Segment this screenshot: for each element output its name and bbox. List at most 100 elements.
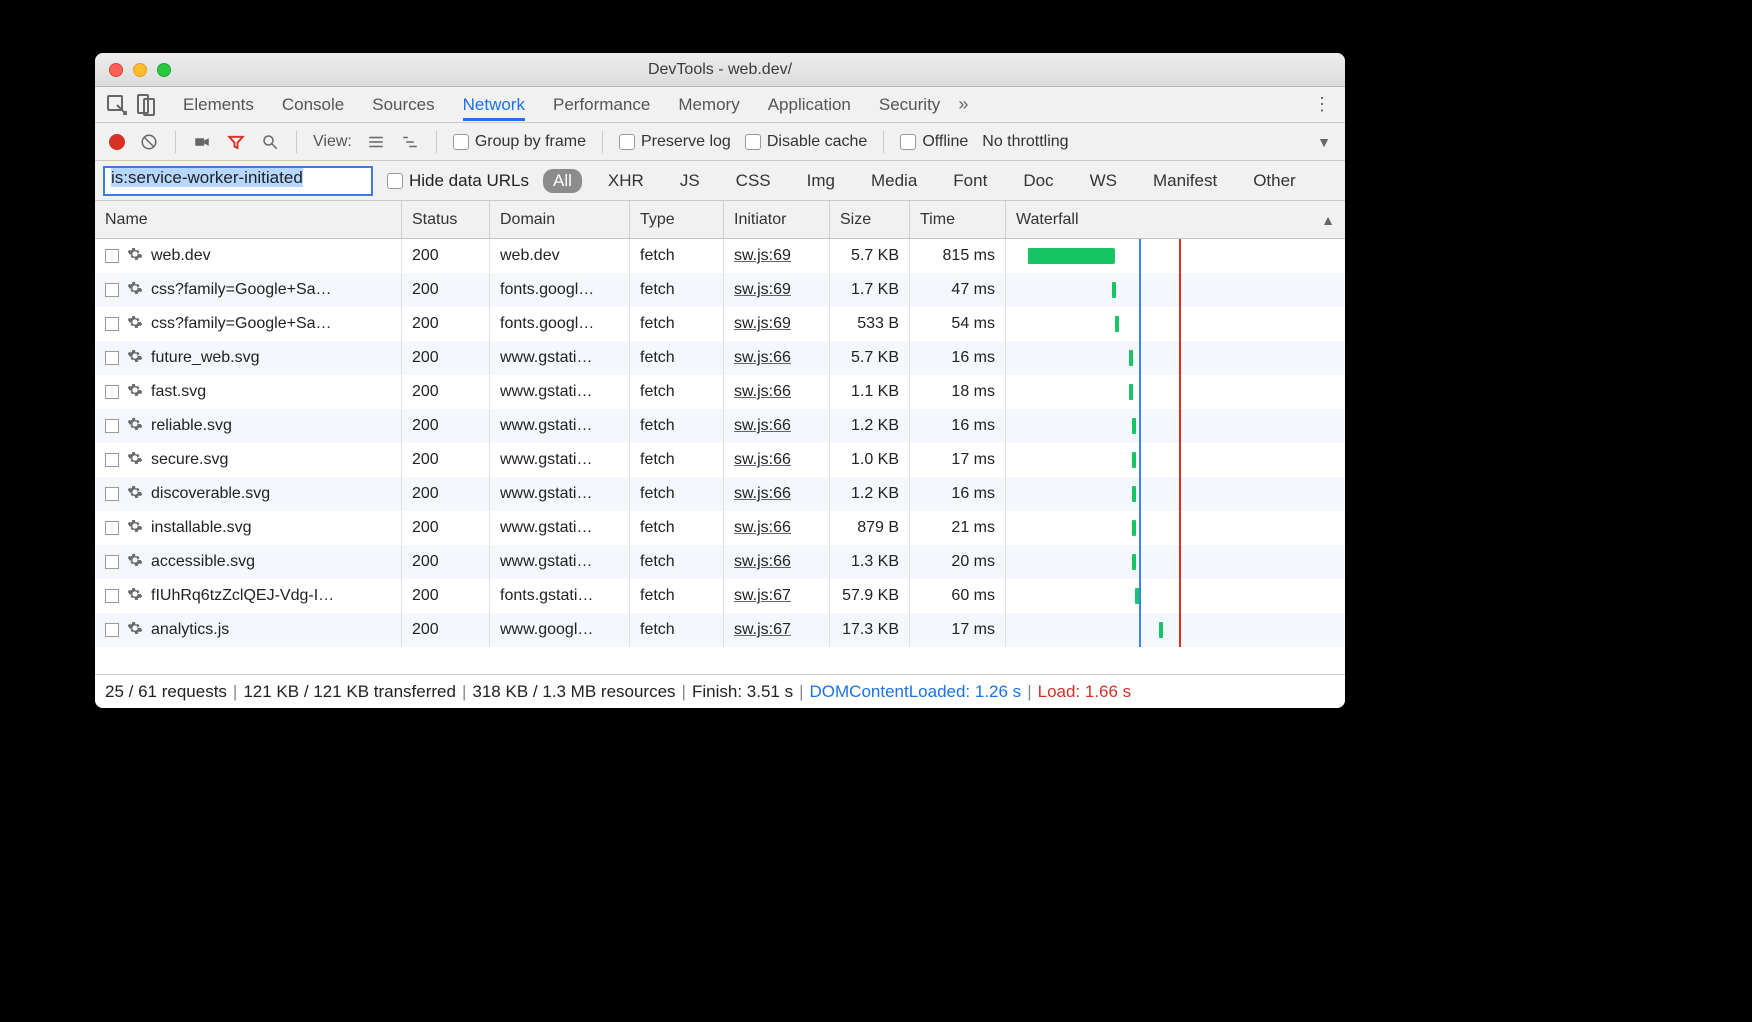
table-row[interactable]: discoverable.svg200www.gstati…fetchsw.js… [95, 477, 1345, 511]
row-checkbox[interactable] [105, 351, 119, 365]
cell-initiator[interactable]: sw.js:66 [724, 375, 830, 409]
type-doc[interactable]: Doc [1013, 169, 1063, 193]
hide-data-urls-checkbox[interactable]: Hide data URLs [387, 171, 529, 191]
cell-initiator[interactable]: sw.js:69 [724, 239, 830, 273]
record-icon[interactable] [109, 134, 125, 150]
window-title: DevTools - web.dev/ [95, 61, 1345, 79]
col-type[interactable]: Type [630, 201, 724, 238]
type-js[interactable]: JS [670, 169, 710, 193]
cell-waterfall [1006, 341, 1345, 375]
tab-security[interactable]: Security [879, 89, 940, 121]
cell-status: 200 [402, 273, 490, 307]
request-name: discoverable.svg [151, 485, 270, 503]
col-status[interactable]: Status [402, 201, 490, 238]
type-ws[interactable]: WS [1080, 169, 1127, 193]
row-checkbox[interactable] [105, 419, 119, 433]
offline-checkbox[interactable]: Offline [900, 133, 968, 151]
cell-initiator[interactable]: sw.js:66 [724, 511, 830, 545]
inspect-icon[interactable] [105, 93, 129, 117]
table-row[interactable]: analytics.js200www.googl…fetchsw.js:6717… [95, 613, 1345, 647]
cell-time: 16 ms [910, 477, 1006, 511]
cell-initiator[interactable]: sw.js:69 [724, 273, 830, 307]
device-icon[interactable] [133, 93, 157, 117]
col-waterfall[interactable]: Waterfall▲ [1006, 201, 1345, 238]
group-by-frame-checkbox[interactable]: Group by frame [453, 133, 586, 151]
tab-performance[interactable]: Performance [553, 89, 650, 121]
cell-initiator[interactable]: sw.js:66 [724, 443, 830, 477]
camera-icon[interactable] [192, 132, 212, 152]
tab-sources[interactable]: Sources [372, 89, 434, 121]
row-checkbox[interactable] [105, 385, 119, 399]
chevron-down-icon[interactable]: ▼ [1317, 134, 1331, 150]
table-row[interactable]: css?family=Google+Sa…200fonts.googl…fetc… [95, 273, 1345, 307]
row-checkbox[interactable] [105, 487, 119, 501]
row-checkbox[interactable] [105, 283, 119, 297]
type-font[interactable]: Font [943, 169, 997, 193]
row-checkbox[interactable] [105, 249, 119, 263]
disable-cache-checkbox[interactable]: Disable cache [745, 133, 868, 151]
cell-status: 200 [402, 341, 490, 375]
row-checkbox[interactable] [105, 623, 119, 637]
tab-elements[interactable]: Elements [183, 89, 254, 121]
throttling-select[interactable]: No throttling [982, 133, 1068, 151]
type-media[interactable]: Media [861, 169, 927, 193]
cell-initiator[interactable]: sw.js:67 [724, 579, 830, 613]
col-initiator[interactable]: Initiator [724, 201, 830, 238]
cell-initiator[interactable]: sw.js:67 [724, 613, 830, 647]
type-css[interactable]: CSS [726, 169, 781, 193]
search-icon[interactable] [260, 132, 280, 152]
more-tabs-icon[interactable]: » [958, 94, 968, 115]
type-manifest[interactable]: Manifest [1143, 169, 1227, 193]
row-checkbox[interactable] [105, 555, 119, 569]
gear-icon [127, 620, 143, 641]
filter-icon[interactable] [226, 132, 246, 152]
preserve-log-checkbox[interactable]: Preserve log [619, 133, 731, 151]
status-dcl: DOMContentLoaded: 1.26 s [810, 682, 1022, 702]
cell-size: 1.0 KB [830, 443, 910, 477]
cell-time: 16 ms [910, 409, 1006, 443]
kebab-icon[interactable]: ⋮ [1313, 94, 1331, 115]
type-all[interactable]: All [543, 169, 582, 193]
table-row[interactable]: reliable.svg200www.gstati…fetchsw.js:661… [95, 409, 1345, 443]
tab-memory[interactable]: Memory [678, 89, 739, 121]
cell-type: fetch [630, 341, 724, 375]
tab-application[interactable]: Application [768, 89, 851, 121]
large-rows-icon[interactable] [366, 132, 386, 152]
cell-type: fetch [630, 409, 724, 443]
cell-initiator[interactable]: sw.js:69 [724, 307, 830, 341]
table-row[interactable]: fIUhRq6tzZclQEJ-Vdg-I…200fonts.gstati…fe… [95, 579, 1345, 613]
col-time[interactable]: Time [910, 201, 1006, 238]
cell-status: 200 [402, 375, 490, 409]
status-requests: 25 / 61 requests [105, 682, 227, 702]
filter-input[interactable]: is:service-worker-initiated [103, 166, 373, 196]
devtools-window: DevTools - web.dev/ Elements Console Sourc… [95, 53, 1345, 708]
table-row[interactable]: accessible.svg200www.gstati…fetchsw.js:6… [95, 545, 1345, 579]
table-row[interactable]: installable.svg200www.gstati…fetchsw.js:… [95, 511, 1345, 545]
col-size[interactable]: Size [830, 201, 910, 238]
col-name[interactable]: Name [95, 201, 402, 238]
table-row[interactable]: web.dev200web.devfetchsw.js:695.7 KB815 … [95, 239, 1345, 273]
type-other[interactable]: Other [1243, 169, 1306, 193]
cell-type: fetch [630, 375, 724, 409]
row-checkbox[interactable] [105, 453, 119, 467]
type-xhr[interactable]: XHR [598, 169, 654, 193]
tab-console[interactable]: Console [282, 89, 344, 121]
tab-network[interactable]: Network [463, 89, 525, 121]
waterfall-view-icon[interactable] [400, 132, 420, 152]
table-row[interactable]: fast.svg200www.gstati…fetchsw.js:661.1 K… [95, 375, 1345, 409]
cell-initiator[interactable]: sw.js:66 [724, 409, 830, 443]
cell-initiator[interactable]: sw.js:66 [724, 477, 830, 511]
table-row[interactable]: future_web.svg200www.gstati…fetchsw.js:6… [95, 341, 1345, 375]
network-toolbar: View: Group by frame Preserve log Disabl… [95, 123, 1345, 161]
type-img[interactable]: Img [797, 169, 845, 193]
cell-type: fetch [630, 579, 724, 613]
cell-initiator[interactable]: sw.js:66 [724, 545, 830, 579]
cell-initiator[interactable]: sw.js:66 [724, 341, 830, 375]
clear-icon[interactable] [139, 132, 159, 152]
row-checkbox[interactable] [105, 317, 119, 331]
table-row[interactable]: css?family=Google+Sa…200fonts.googl…fetc… [95, 307, 1345, 341]
row-checkbox[interactable] [105, 589, 119, 603]
row-checkbox[interactable] [105, 521, 119, 535]
table-row[interactable]: secure.svg200www.gstati…fetchsw.js:661.0… [95, 443, 1345, 477]
col-domain[interactable]: Domain [490, 201, 630, 238]
